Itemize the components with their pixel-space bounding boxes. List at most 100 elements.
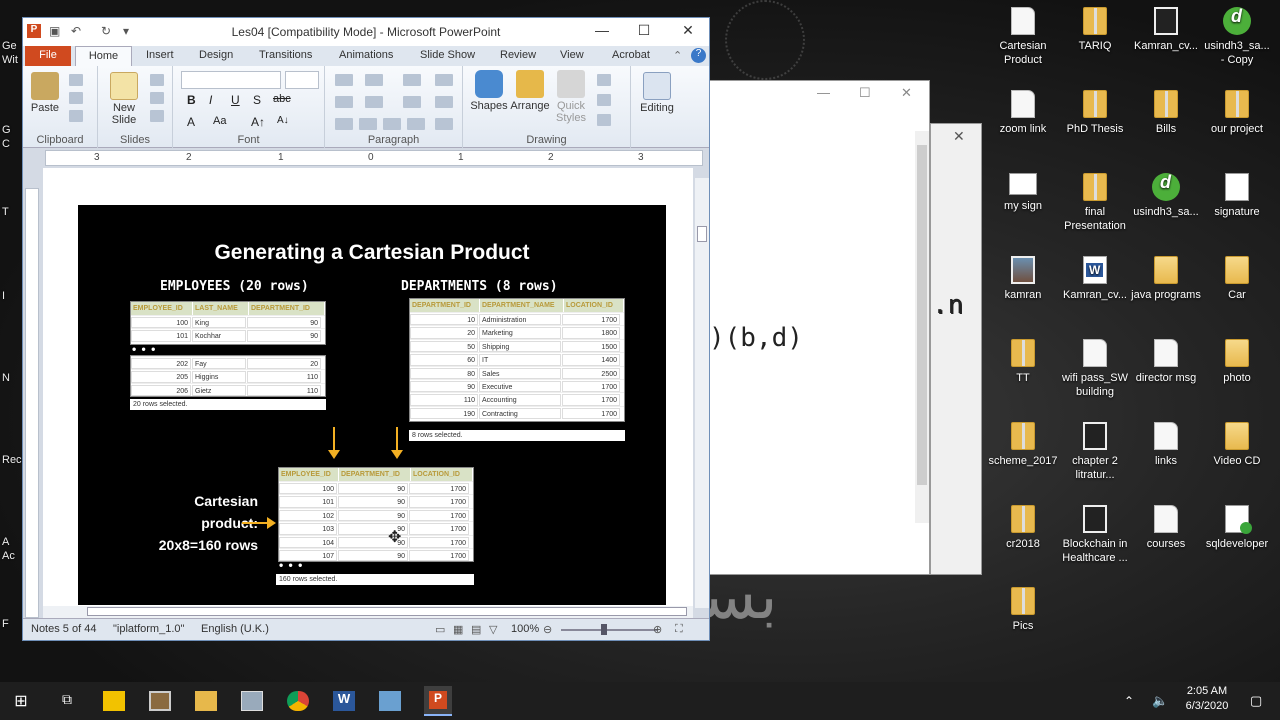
file-explorer-icon[interactable] [195, 691, 217, 711]
desktop-icon[interactable]: photo [1201, 339, 1273, 385]
app-icon[interactable] [149, 691, 171, 711]
arrange-button[interactable]: Arrange [509, 70, 551, 112]
format-painter-icon[interactable] [69, 110, 83, 122]
chrome-icon[interactable] [287, 691, 309, 711]
tab-slide-show[interactable]: Slide Show [420, 49, 475, 61]
tab-insert[interactable]: Insert [146, 49, 174, 61]
align-center-icon[interactable] [359, 118, 377, 130]
scroll-thumb[interactable] [697, 226, 707, 242]
numbering-icon[interactable] [365, 74, 383, 86]
shrink-font-icon[interactable]: A↓ [277, 115, 289, 126]
cut-icon[interactable] [69, 74, 83, 86]
normal-view-icon[interactable]: ▭ [435, 623, 445, 636]
minimize-button[interactable]: — [589, 22, 615, 42]
desktop-icon[interactable]: Car [1201, 256, 1273, 302]
windows-start-icon[interactable]: ⊞ [10, 691, 32, 711]
editing-button[interactable]: Editing [635, 72, 679, 114]
reset-icon[interactable] [150, 92, 164, 104]
tab-transitions[interactable]: Transitions [259, 49, 312, 61]
background-window-2[interactable]: ✕ [930, 123, 982, 575]
zoom-in-icon[interactable]: ⊕ [653, 623, 662, 636]
task-view-icon[interactable]: ⧉ [56, 691, 78, 711]
desktop-icon[interactable]: director msg [1130, 339, 1202, 385]
volume-icon[interactable]: 🔈 [1152, 693, 1168, 709]
desktop-icon[interactable]: courses [1130, 505, 1202, 551]
shape-outline-icon[interactable] [597, 94, 611, 106]
horizontal-scrollbar[interactable] [43, 606, 693, 618]
help-icon[interactable]: ? [691, 48, 706, 63]
clock[interactable]: 2:05 AM 6/3/2020 [1180, 685, 1234, 712]
italic-icon[interactable]: I [209, 93, 212, 107]
close-icon[interactable]: ✕ [953, 128, 965, 145]
desktop-icon[interactable]: Cartesian Product [987, 7, 1059, 67]
increase-indent-icon[interactable] [365, 96, 383, 108]
desktop-icon[interactable]: final Presentation [1059, 173, 1131, 233]
ribbon-collapse-icon[interactable]: ⌃ [673, 49, 682, 62]
layout-icon[interactable] [150, 74, 164, 86]
desktop-icon[interactable]: scheme_2017 [987, 422, 1059, 468]
align-left-icon[interactable] [335, 118, 353, 130]
maximize-icon[interactable]: ☐ [859, 85, 871, 101]
desktop-icon[interactable]: sqldeveloper [1201, 505, 1273, 551]
align-text-icon[interactable] [435, 96, 453, 108]
desktop-icon[interactable]: our project [1201, 90, 1273, 136]
vertical-scrollbar[interactable] [915, 131, 929, 523]
align-right-icon[interactable] [383, 118, 401, 130]
font-size-dropdown[interactable] [285, 71, 319, 89]
bullets-icon[interactable] [335, 74, 353, 86]
desktop-icon[interactable]: usindh3_sa... - Copy [1201, 7, 1273, 67]
desktop-icon[interactable]: kamran [987, 256, 1059, 302]
language-status[interactable]: English (U.K.) [201, 623, 269, 635]
justify-icon[interactable] [407, 118, 425, 130]
tab-home[interactable]: Home [75, 46, 132, 68]
title-bar[interactable]: P ▣ ↶ ↻ ▾ Les04 [Compatibility Mode] - M… [23, 18, 709, 46]
show-hidden-icons[interactable]: ⌃ [1124, 694, 1134, 708]
tab-review[interactable]: Review [500, 49, 536, 61]
desktop-icon[interactable]: links [1130, 422, 1202, 468]
strikethrough-icon[interactable]: abc [273, 93, 291, 105]
slide[interactable]: Generating a Cartesian Product EMPLOYEES… [78, 205, 666, 605]
powerpoint-window[interactable]: P ▣ ↶ ↻ ▾ Les04 [Compatibility Mode] - M… [22, 17, 710, 641]
background-window-1[interactable]: — ☐ ✕ )(b,d) .n [708, 80, 964, 575]
sticky-notes-icon[interactable] [103, 691, 125, 711]
desktop-icon[interactable]: PhD Thesis [1059, 90, 1131, 136]
powerpoint-taskbar-button[interactable]: P [424, 686, 452, 716]
shadow-icon[interactable]: S [253, 93, 261, 107]
font-color-icon[interactable]: A [187, 115, 195, 129]
desktop-icon[interactable]: TT [987, 339, 1059, 385]
slide-sorter-icon[interactable]: ▦ [453, 623, 463, 636]
section-icon[interactable] [150, 110, 164, 122]
line-spacing-icon[interactable] [403, 74, 421, 86]
zoom-out-icon[interactable]: ⊖ [543, 623, 552, 636]
reading-view-icon[interactable]: ▤ [471, 623, 481, 636]
desktop-icon[interactable]: my sign [987, 173, 1059, 213]
word-icon[interactable]: W [333, 691, 355, 711]
minimize-icon[interactable]: — [817, 85, 830, 100]
scroll-thumb[interactable] [917, 145, 927, 485]
desktop-icon[interactable]: wifi pass_SW building [1059, 339, 1131, 399]
close-icon[interactable]: ✕ [901, 85, 912, 101]
new-slide-button[interactable]: New Slide [102, 72, 146, 126]
fit-slide-icon[interactable]: ⛶ [675, 623, 683, 636]
slideshow-view-icon[interactable]: ▽ [489, 623, 497, 636]
tab-design[interactable]: Design [199, 49, 233, 61]
desktop-icon[interactable]: Bills [1130, 90, 1202, 136]
notifications-icon[interactable]: ▢ [1250, 693, 1262, 709]
shape-fill-icon[interactable] [597, 74, 611, 86]
desktop-icon[interactable]: Kamran_cv... [1059, 256, 1131, 302]
paste-button[interactable]: Paste [27, 72, 63, 114]
desktop-icon[interactable]: chapter 2 litratur... [1059, 422, 1131, 482]
decrease-indent-icon[interactable] [335, 96, 353, 108]
tab-animations[interactable]: Animations [339, 49, 393, 61]
smartart-icon[interactable] [435, 118, 453, 130]
desktop-icon[interactable]: java programs [1130, 256, 1202, 302]
tab-file[interactable]: File [25, 46, 71, 66]
app-icon[interactable] [241, 691, 263, 711]
tab-view[interactable]: View [560, 49, 584, 61]
desktop-icon[interactable]: zoom link [987, 90, 1059, 136]
desktop-icon[interactable]: cr2018 [987, 505, 1059, 551]
quick-styles-button[interactable]: Quick Styles [551, 70, 591, 124]
text-direction-icon[interactable] [435, 74, 453, 86]
bold-icon[interactable]: B [187, 93, 196, 107]
shapes-button[interactable]: Shapes [469, 70, 509, 112]
